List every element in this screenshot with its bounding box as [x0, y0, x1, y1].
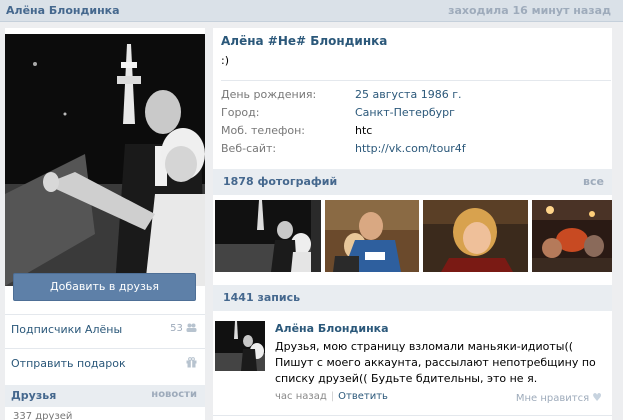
heart-icon: ♥: [592, 391, 602, 404]
profile-name: Алёна #Не# Блондинка: [221, 34, 388, 48]
profile-status[interactable]: :): [221, 54, 229, 67]
post-meta: час назад | Ответить: [275, 391, 388, 402]
photos-all-link[interactable]: все: [583, 175, 604, 188]
info-row-birthday: День рождения: 25 августа 1986 г.: [221, 88, 611, 106]
info-key: Веб-сайт:: [221, 142, 277, 155]
friends-section-header: Друзья новости: [5, 385, 205, 407]
add-friend-button[interactable]: Добавить в друзья: [13, 273, 196, 301]
city-link[interactable]: Санкт-Петербург: [355, 106, 455, 119]
reply-link[interactable]: Ответить: [338, 391, 388, 402]
info-divider: [221, 80, 611, 81]
photos-section-header[interactable]: 1878 фотографий все: [213, 169, 612, 195]
header-user-name[interactable]: Алёна Блондинка: [6, 4, 120, 17]
send-gift-link[interactable]: Отправить подарок: [5, 348, 205, 378]
profile-avatar-photo[interactable]: [5, 34, 205, 286]
info-key: Город:: [221, 106, 260, 119]
photo-thumbnail[interactable]: [215, 200, 321, 272]
like-button[interactable]: Мне нравится ♥: [516, 391, 602, 404]
website-link[interactable]: http://vk.com/tour4f: [355, 142, 466, 155]
post-time[interactable]: час назад: [275, 391, 327, 402]
post-text: Друзья, мою страницу взломали маньяки-ид…: [275, 340, 596, 385]
meta-separator: |: [330, 391, 335, 402]
birthday-link[interactable]: 25 августа 1986 г.: [355, 88, 461, 101]
phone-value: htc: [355, 124, 373, 137]
profile-header-bar: Алёна Блондинка заходила 16 минут назад: [0, 0, 623, 22]
gift-label: Отправить подарок: [11, 357, 126, 370]
info-row-phone: Моб. телефон: htc: [221, 124, 611, 142]
left-column: Добавить в друзья Подписчики Алёны 53 От…: [5, 28, 205, 420]
subscribers-label: Подписчики Алёны: [11, 323, 123, 336]
post-divider: [213, 415, 612, 416]
friends-news-link[interactable]: новости: [151, 389, 197, 400]
info-row-city: Город: Санкт-Петербург: [221, 106, 611, 124]
photo-thumbnail[interactable]: [325, 200, 419, 272]
post-author-name[interactable]: Алёна Блондинка: [275, 322, 389, 335]
photo-thumbnail[interactable]: [532, 200, 612, 272]
subscribers-count-meta: 53: [170, 323, 197, 335]
info-row-website: Веб-сайт: http://vk.com/tour4f: [221, 142, 611, 160]
photos-strip: [215, 200, 612, 272]
wall-section-header[interactable]: 1441 запись: [213, 285, 612, 311]
last-seen-status: заходила 16 минут назад: [448, 4, 611, 17]
friends-count: 337 друзей: [13, 411, 73, 420]
right-column: Алёна #Не# Блондинка :) День рождения: 2…: [213, 28, 612, 420]
friends-title[interactable]: Друзья: [11, 389, 56, 402]
wall-title[interactable]: 1441 запись: [223, 291, 300, 304]
info-key: Моб. телефон:: [221, 124, 306, 137]
gift-icon: [186, 357, 197, 371]
post-author-avatar[interactable]: [215, 321, 265, 371]
info-key: День рождения:: [221, 88, 317, 101]
photos-title[interactable]: 1878 фотографий: [223, 175, 337, 188]
photo-thumbnail[interactable]: [423, 200, 528, 272]
subscribers-link[interactable]: Подписчики Алёны 53: [5, 314, 205, 344]
people-icon: [186, 323, 197, 335]
like-label: Мне нравится: [515, 393, 590, 404]
subscribers-count: 53: [170, 323, 183, 334]
